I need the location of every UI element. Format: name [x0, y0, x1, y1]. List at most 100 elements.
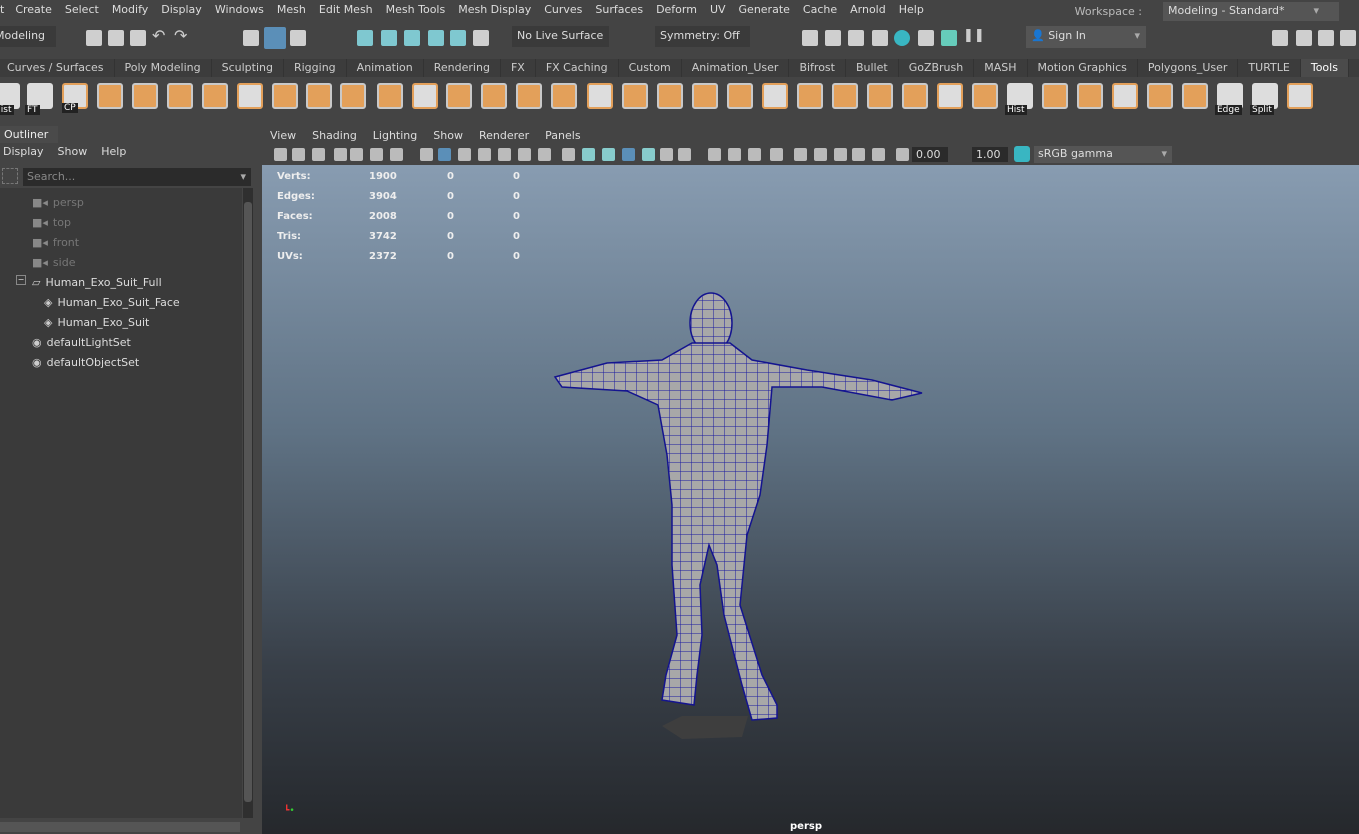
viewport-tool-icon[interactable] — [334, 148, 347, 161]
shelf-tool-icon[interactable] — [446, 83, 472, 109]
human-exo-suit-mesh[interactable] — [262, 165, 1359, 834]
outliner-item[interactable]: ■◂front — [32, 232, 79, 252]
menu-arnold[interactable]: Arnold — [850, 3, 886, 16]
character-controls-icon[interactable] — [1296, 30, 1312, 46]
viewport-tool-icon[interactable] — [478, 148, 491, 161]
viewport-tool-icon[interactable] — [370, 148, 383, 161]
outliner-item[interactable]: ■◂top — [32, 212, 71, 232]
hypershade-icon[interactable] — [894, 30, 910, 46]
shelf-tab[interactable]: Bifrost — [789, 59, 846, 77]
viewport-tool-icon[interactable] — [896, 148, 909, 161]
color-management-icon[interactable] — [1014, 146, 1030, 162]
shelf-tab[interactable]: Animation — [347, 59, 424, 77]
filter-icon[interactable] — [2, 168, 18, 184]
snap-view-icon[interactable] — [428, 30, 444, 46]
undo-icon[interactable]: ↶ — [152, 26, 168, 42]
viewport-menu-lighting[interactable]: Lighting — [373, 129, 417, 142]
viewport-tool-icon[interactable] — [642, 148, 655, 161]
shelf-tool-icon[interactable] — [762, 83, 788, 109]
snap-grid-icon[interactable] — [357, 30, 373, 46]
ipr-render-icon[interactable] — [848, 30, 864, 46]
shelf-tool-icon[interactable] — [272, 83, 298, 109]
menu-help[interactable]: Help — [899, 3, 924, 16]
shelf-hist-button[interactable]: Hist — [0, 83, 20, 109]
viewport-tool-icon[interactable] — [292, 148, 305, 161]
outliner-item[interactable]: ■◂persp — [32, 192, 84, 212]
shelf-tool-icon[interactable] — [622, 83, 648, 109]
shelf-tool-icon[interactable] — [1077, 83, 1103, 109]
viewport-menu-view[interactable]: View — [270, 129, 296, 142]
viewport-tool-icon[interactable] — [660, 148, 673, 161]
viewport-tool-icon[interactable] — [678, 148, 691, 161]
viewport-tool-icon[interactable] — [770, 148, 783, 161]
shelf-tool-icon[interactable] — [551, 83, 577, 109]
modeling-toolkit-icon[interactable] — [1272, 30, 1288, 46]
menu-mesh-tools[interactable]: Mesh Tools — [386, 3, 446, 16]
shelf-tab[interactable]: Poly Modeling — [115, 59, 212, 77]
viewport-tool-icon[interactable] — [458, 148, 471, 161]
shelf-tool-icon[interactable] — [202, 83, 228, 109]
symmetry-dropdown[interactable]: Symmetry: Off — [655, 26, 750, 47]
shelf-tool-icon[interactable] — [1182, 83, 1208, 109]
outliner-menu-show[interactable]: Show — [58, 145, 88, 158]
shelf-hist2-button[interactable]: Hist — [1007, 83, 1033, 109]
redo-icon[interactable]: ↷ — [174, 26, 190, 42]
shelf-tab[interactable]: GoZBrush — [899, 59, 975, 77]
open-scene-icon[interactable] — [108, 30, 124, 46]
viewport-menu-show[interactable]: Show — [433, 129, 463, 142]
select-hierarchy-icon[interactable] — [243, 30, 259, 46]
render-frame-icon[interactable] — [825, 30, 841, 46]
channel-box-icon[interactable] — [1340, 30, 1356, 46]
shelf-tab[interactable]: FX — [501, 59, 536, 77]
save-scene-icon[interactable] — [130, 30, 146, 46]
shelf-cp-button[interactable]: CP — [62, 83, 88, 109]
search-input[interactable]: Search...▾ — [23, 168, 251, 186]
viewport-tool-icon[interactable] — [814, 148, 827, 161]
shelf-tool-icon[interactable] — [97, 83, 123, 109]
attribute-editor-icon[interactable] — [1318, 30, 1334, 46]
shelf-tab[interactable]: Custom — [619, 59, 682, 77]
shelf-tool-icon[interactable] — [832, 83, 858, 109]
viewport-tool-icon[interactable] — [794, 148, 807, 161]
shelf-tool-icon[interactable] — [902, 83, 928, 109]
pause-icon[interactable]: ❚❚ — [963, 28, 979, 44]
shelf-tool-icon[interactable] — [340, 83, 366, 109]
menu-curves[interactable]: Curves — [544, 3, 582, 16]
shelf-tool-icon[interactable] — [516, 83, 542, 109]
shelf-tool-icon[interactable] — [867, 83, 893, 109]
outliner-item[interactable]: ▱Human_Exo_Suit_Full — [32, 272, 162, 292]
menu-edit-mesh[interactable]: Edit Mesh — [319, 3, 373, 16]
new-scene-icon[interactable] — [86, 30, 102, 46]
shelf-tab[interactable]: XG — [1349, 59, 1359, 77]
shelf-tool-icon[interactable] — [937, 83, 963, 109]
menu-cache[interactable]: Cache — [803, 3, 837, 16]
viewport-tool-icon[interactable] — [834, 148, 847, 161]
viewport-tool-icon[interactable] — [708, 148, 721, 161]
live-surface-field[interactable]: No Live Surface — [512, 26, 609, 47]
shelf-tool-icon[interactable] — [412, 83, 438, 109]
viewport-tool-icon[interactable] — [872, 148, 885, 161]
vertical-scrollbar[interactable] — [243, 188, 253, 818]
shelf-tab[interactable]: Sculpting — [212, 59, 284, 77]
outliner-tab[interactable]: Outliner — [0, 126, 58, 143]
shelf-tool-icon[interactable] — [481, 83, 507, 109]
menu-windows[interactable]: Windows — [215, 3, 264, 16]
shelf-tool-icon[interactable] — [657, 83, 683, 109]
shelf-tool-icon[interactable] — [377, 83, 403, 109]
menu-create[interactable]: Create — [15, 3, 52, 16]
outliner-item[interactable]: ◉defaultObjectSet — [32, 352, 139, 372]
gamma-field[interactable]: 1.00 — [972, 147, 1008, 162]
shelf-tool-icon[interactable] — [692, 83, 718, 109]
viewport-tool-icon[interactable] — [498, 148, 511, 161]
shelf-ft-button[interactable]: FT — [27, 83, 53, 109]
shelf-tool-icon[interactable] — [727, 83, 753, 109]
menu-display[interactable]: Display — [161, 3, 202, 16]
snap-magnet-icon[interactable] — [473, 30, 489, 46]
shelf-tool-icon[interactable] — [1042, 83, 1068, 109]
shelf-tool-icon[interactable] — [306, 83, 332, 109]
lighting-editor-icon[interactable] — [941, 30, 957, 46]
viewport-tool-icon[interactable] — [350, 148, 363, 161]
outliner-item[interactable]: ■◂side — [32, 252, 75, 272]
scrollbar-thumb[interactable] — [244, 202, 252, 802]
viewport-tool-icon[interactable] — [420, 148, 433, 161]
